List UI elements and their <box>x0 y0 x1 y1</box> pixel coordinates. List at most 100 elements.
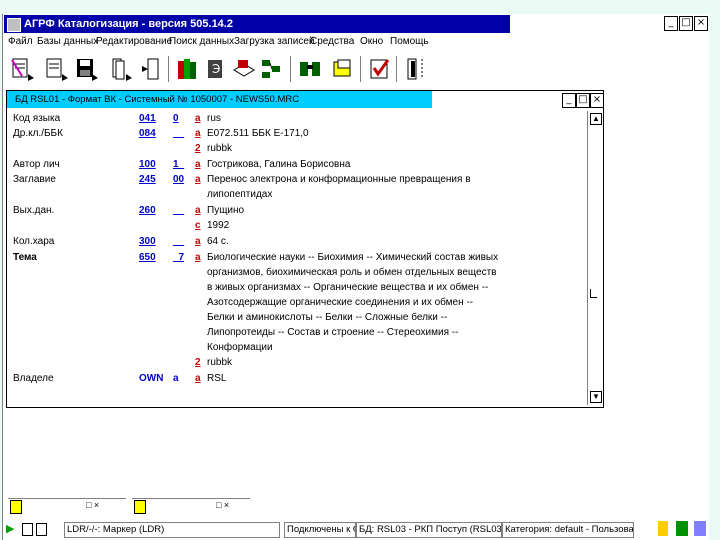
dictionary-icon[interactable]: Э <box>204 56 228 82</box>
network-icon[interactable] <box>694 521 706 536</box>
field-value[interactable]: Перенос электрона и конформационные прев… <box>207 172 471 187</box>
minimized-window-controls[interactable]: □ × <box>216 500 229 510</box>
subfield-code[interactable]: 2 <box>195 355 201 370</box>
field-label: Др.кл./ББК <box>13 128 63 139</box>
subfield-code[interactable]: a <box>195 203 201 218</box>
books-icon[interactable] <box>176 56 200 82</box>
field-tag[interactable]: 245 <box>139 172 156 187</box>
field-indicator[interactable]: a <box>173 371 179 386</box>
binoculars-icon[interactable] <box>298 56 322 82</box>
subfield-code[interactable]: a <box>195 234 201 249</box>
field-label: Владеле <box>13 373 54 384</box>
field-tag[interactable]: 650 <box>139 250 156 265</box>
field-value[interactable]: rubbk <box>207 141 232 156</box>
menu-window[interactable]: Окно <box>360 36 383 47</box>
subfield-code[interactable]: a <box>195 371 201 386</box>
play-icon[interactable]: ▶ <box>6 522 14 535</box>
menu-edit[interactable]: Редактирование <box>96 36 172 47</box>
toolbar-separator <box>396 56 400 82</box>
tree-status-icon[interactable] <box>676 521 688 536</box>
menu-file[interactable]: Файл <box>8 36 33 47</box>
help-person-icon[interactable] <box>658 521 668 536</box>
record-close-button[interactable]: × <box>590 93 604 108</box>
minimized-window-controls[interactable]: □ × <box>86 500 99 510</box>
menu-databases[interactable]: Базы данных <box>37 36 98 47</box>
field-value[interactable]: rus <box>207 111 221 126</box>
minimize-button[interactable]: _ <box>664 16 678 31</box>
field-value[interactable]: липопептидах <box>207 187 272 202</box>
field-label: Кол.хара <box>13 236 55 247</box>
print-icon[interactable] <box>232 56 256 82</box>
menu-help[interactable]: Помощь <box>390 36 429 47</box>
save-record-icon[interactable] <box>44 56 68 82</box>
field-tag[interactable]: 041 <box>139 111 156 126</box>
subfield-code[interactable]: a <box>195 172 201 187</box>
field-value[interactable]: 64 с. <box>207 234 229 249</box>
menu-load[interactable]: Загрузка записей <box>234 36 315 47</box>
status-database: БД: RSL03 - РКП Поступ (RSL03) <box>356 522 502 538</box>
tree-icon[interactable] <box>260 56 284 82</box>
scroll-up-arrow-icon[interactable]: ▲ <box>590 113 602 125</box>
subfield-code[interactable]: a <box>195 250 201 265</box>
record-window: БД RSL01 - Формат ВК - Системный № 10500… <box>6 90 604 408</box>
field-tag[interactable]: OWN <box>139 371 163 386</box>
minimized-window-right[interactable]: □ × <box>132 498 250 515</box>
field-value[interactable]: Конформации <box>207 340 273 355</box>
scroll-down-arrow-icon[interactable]: ▼ <box>590 391 602 403</box>
subfield-code[interactable]: 2 <box>195 141 201 156</box>
field-value[interactable]: RSL <box>207 371 226 386</box>
menubar: Файл Базы данных Редактирование Поиск да… <box>4 34 704 49</box>
record-titlebar[interactable]: БД RSL01 - Формат ВК - Системный № 10500… <box>7 91 432 108</box>
field-value[interactable]: Белки и аминокислоты -- Белки -- Сложные… <box>207 310 447 325</box>
record-maximize-button[interactable]: □ <box>576 93 590 108</box>
delete-record-icon[interactable] <box>140 56 164 82</box>
subfield-code[interactable]: a <box>195 111 201 126</box>
app-titlebar[interactable]: АГРФ Каталогизация - версия 505.14.2 <box>4 15 510 33</box>
close-button[interactable]: × <box>694 16 708 31</box>
field-value[interactable]: Биологические науки -- Биохимия -- Химич… <box>207 250 498 265</box>
new-record-icon[interactable] <box>10 56 34 82</box>
field-value[interactable]: Пущино <box>207 203 244 218</box>
subfield-code[interactable]: c <box>195 218 201 233</box>
subfield-code[interactable]: a <box>195 126 201 141</box>
field-tag[interactable]: 100 <box>139 157 156 172</box>
vertical-scrollbar[interactable]: ▲ ▼ <box>587 111 602 405</box>
field-value[interactable]: Липопротеиды -- Состав и строение -- Сте… <box>207 325 458 340</box>
maximize-button[interactable]: □ <box>679 16 693 31</box>
field-indicator[interactable]: __ <box>173 203 184 218</box>
field-indicator[interactable]: 00 <box>173 172 184 187</box>
field-value[interactable]: Азотсодержащие органические соединения и… <box>207 295 473 310</box>
field-value[interactable]: Гострикова, Галина Борисовна <box>207 157 350 172</box>
toolbar-separator <box>168 56 172 82</box>
field-value[interactable]: в живых организмах -- Органические вещес… <box>207 280 488 295</box>
status-category: Категория: default - Пользователь <box>502 522 634 538</box>
record-minimize-button[interactable]: _ <box>562 93 576 108</box>
field-value[interactable]: организмов, биохимическая роль и обмен о… <box>207 265 496 280</box>
exit-icon[interactable] <box>404 56 428 82</box>
field-indicator[interactable]: _7 <box>173 250 184 265</box>
field-indicator[interactable]: 1_ <box>173 157 184 172</box>
minimized-window-left[interactable]: □ × <box>8 498 126 515</box>
menu-search[interactable]: Поиск данных <box>169 36 234 47</box>
field-indicator[interactable]: __ <box>173 126 184 141</box>
subfield-code[interactable]: a <box>195 157 201 172</box>
app-icon <box>7 18 21 32</box>
field-indicator[interactable]: __ <box>173 234 184 249</box>
basket-icon[interactable] <box>330 56 354 82</box>
field-value[interactable]: 1992 <box>207 218 229 233</box>
check-icon[interactable] <box>368 56 392 82</box>
app-title: АГРФ Каталогизация - версия 505.14.2 <box>24 18 233 30</box>
field-label: Заглавие <box>13 174 56 185</box>
field-tag[interactable]: 084 <box>139 126 156 141</box>
minimized-doc-icon <box>10 500 22 514</box>
copy-record-icon[interactable] <box>108 56 132 82</box>
field-value[interactable]: rubbk <box>207 355 232 370</box>
scroll-thumb[interactable] <box>590 289 597 298</box>
field-tag[interactable]: 260 <box>139 203 156 218</box>
minimized-doc-icon <box>134 500 146 514</box>
field-value[interactable]: Е072.511 ББК Е-171,0 <box>207 126 309 141</box>
menu-tools[interactable]: Средства <box>310 36 354 47</box>
save-icon[interactable] <box>74 56 98 82</box>
field-tag[interactable]: 300 <box>139 234 156 249</box>
field-indicator[interactable]: 0 <box>173 111 179 126</box>
